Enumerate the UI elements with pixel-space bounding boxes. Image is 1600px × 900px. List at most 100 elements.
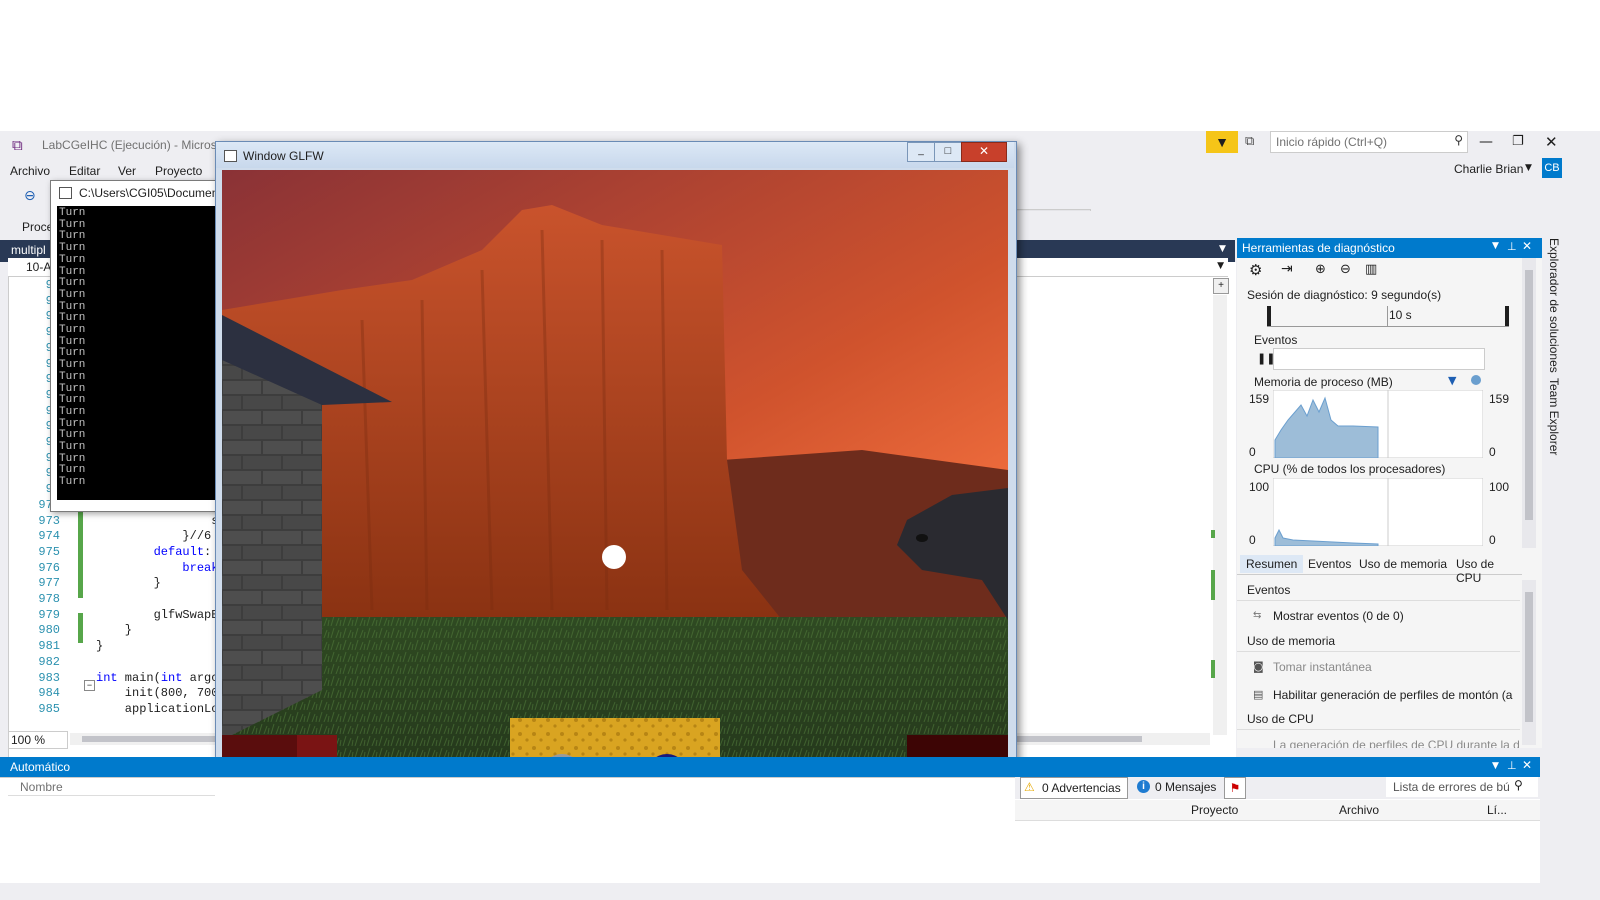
- chevron-down-icon[interactable]: ▼: [1492, 761, 1499, 771]
- zoom-out-icon[interactable]: ⊖: [1340, 262, 1351, 277]
- close-icon[interactable]: ✕: [1545, 133, 1558, 151]
- pin-icon[interactable]: ⊥: [1507, 240, 1517, 253]
- glfw-minimize-button[interactable]: _: [907, 142, 935, 162]
- code-line[interactable]: break: [96, 561, 218, 575]
- warnings-filter[interactable]: ⚠ 0 Advertencias: [1020, 777, 1128, 799]
- file-column-header[interactable]: Archivo: [1339, 803, 1379, 817]
- menu-editar[interactable]: Editar: [69, 164, 100, 178]
- avatar[interactable]: CB: [1542, 158, 1562, 178]
- events-section-label[interactable]: Eventos: [1254, 333, 1297, 347]
- info-icon: i: [1137, 780, 1150, 793]
- memory-max-left: 159: [1249, 392, 1270, 406]
- window-title: LabCGeIHC (Ejecución) - Microso: [42, 138, 224, 152]
- diag-panel-header: Herramientas de diagnóstico ▼ ⊥ ✕: [1237, 238, 1542, 258]
- menu-proyecto[interactable]: Proyecto: [155, 164, 202, 178]
- heap-profiling-link[interactable]: Habilitar generación de perfiles de mont…: [1273, 688, 1512, 702]
- line-number: 978: [38, 592, 60, 606]
- back-icon[interactable]: ⊖: [24, 188, 36, 204]
- glfw-maximize-button[interactable]: □: [934, 142, 962, 162]
- console-line: Turn: [59, 253, 86, 266]
- code-line[interactable]: int main(int argc: [96, 671, 218, 685]
- glfw-close-button[interactable]: ✕: [961, 142, 1007, 162]
- console-line: Turn: [59, 441, 86, 453]
- code-line[interactable]: }//6: [96, 529, 211, 543]
- console-line: Turn: [59, 394, 86, 407]
- console-line: Turn: [59, 207, 86, 219]
- code-line[interactable]: applicationLo: [96, 702, 219, 716]
- glfw-title: Window GLFW: [243, 149, 324, 163]
- code-line[interactable]: init(800, 700: [96, 686, 219, 700]
- tab-overflow-icon[interactable]: ▼: [1219, 244, 1226, 254]
- menu-ver[interactable]: Ver: [118, 164, 136, 178]
- collapse-icon[interactable]: −: [84, 680, 95, 691]
- process-label: Proce: [22, 220, 54, 234]
- diag-scrollbar[interactable]: [1522, 258, 1536, 548]
- zoom-value: 100 %: [11, 733, 46, 747]
- memory-section-label[interactable]: Memoria de proceso (MB): [1254, 375, 1393, 389]
- memory-usage-header: Uso de memoria: [1237, 631, 1520, 652]
- console-line: Turn: [59, 230, 86, 243]
- console-title-bar: C:\Users\CGI05\Document: [51, 181, 222, 205]
- messages-filter[interactable]: i 0 Mensajes: [1132, 777, 1218, 797]
- glfw-render-canvas[interactable]: [222, 170, 1008, 858]
- glfw-title-bar: Window GLFW _ □ ✕: [216, 142, 1014, 168]
- editor-vertical-scrollbar[interactable]: [1213, 295, 1227, 735]
- settings-icon[interactable]: ⚙: [1249, 261, 1262, 279]
- line-number: 984: [38, 686, 60, 701]
- code-line[interactable]: default:: [96, 545, 212, 559]
- restore-icon[interactable]: ❐: [1512, 134, 1524, 149]
- code-line[interactable]: }: [96, 576, 161, 590]
- timeline-ruler[interactable]: 10 s: [1267, 306, 1509, 327]
- console-line: Turn: [59, 242, 86, 255]
- show-events-link[interactable]: Mostrar eventos (0 de 0): [1273, 609, 1404, 623]
- chevron-down-icon: ▼: [1217, 261, 1224, 271]
- console-line: Turn: [59, 452, 86, 465]
- build-filter-button[interactable]: ⚑: [1224, 777, 1246, 799]
- pin-icon[interactable]: ⊥: [1507, 759, 1517, 772]
- user-name[interactable]: Charlie Brian: [1454, 162, 1523, 176]
- close-icon[interactable]: ✕: [1522, 239, 1532, 253]
- menu-archivo[interactable]: Archivo: [10, 164, 50, 178]
- filter-icon[interactable]: ▼: [1206, 131, 1238, 153]
- vs-logo-icon: ⧉: [12, 136, 23, 154]
- chevron-down-icon[interactable]: ▼: [1525, 163, 1532, 173]
- minimize-icon[interactable]: —: [1479, 134, 1493, 150]
- snapshot-button[interactable]: Tomar instantánea: [1273, 660, 1372, 674]
- editor-tab[interactable]: multipl: [11, 243, 46, 257]
- warning-icon: ⚠: [1024, 780, 1035, 794]
- cpu-note-row: La generación de perfiles de CPU durante…: [1237, 734, 1520, 748]
- tab-uso-memoria[interactable]: Uso de memoria: [1359, 557, 1447, 571]
- console-line: Turn: [59, 476, 86, 489]
- close-icon[interactable]: ✕: [1522, 758, 1532, 772]
- console-line: Turn: [59, 417, 86, 430]
- summary-scrollbar[interactable]: [1522, 580, 1536, 745]
- project-column-header[interactable]: Proyecto: [1191, 803, 1238, 817]
- code-line[interactable]: glfwSwapBu: [96, 608, 226, 622]
- name-column-header[interactable]: Nombre: [20, 780, 63, 794]
- tab-resumen[interactable]: Resumen: [1240, 555, 1304, 573]
- error-search-input[interactable]: Lista de errores de bú ⚲: [1386, 777, 1538, 797]
- cpu-section-label[interactable]: CPU (% de todos los procesadores): [1254, 462, 1445, 476]
- code-line[interactable]: }: [96, 623, 132, 637]
- side-tab-strip: Explorador de soluciones Team Explorer: [1542, 238, 1568, 748]
- heap-icon: ▤: [1253, 688, 1264, 701]
- chart-icon[interactable]: ▥: [1365, 262, 1377, 277]
- line-number: 982: [38, 654, 60, 669]
- zoom-in-icon[interactable]: ⊕: [1315, 262, 1326, 277]
- tab-eventos[interactable]: Eventos: [1308, 557, 1351, 571]
- error-list-columns: Proyecto Archivo Lí...: [1015, 800, 1540, 821]
- zoom-dropdown[interactable]: 100 %: [8, 731, 68, 749]
- quick-launch-input[interactable]: Inicio rápido (Ctrl+Q) ⚲: [1270, 131, 1468, 153]
- split-icon[interactable]: +: [1213, 278, 1229, 294]
- line-column-header[interactable]: Lí...: [1487, 803, 1507, 817]
- code-line[interactable]: }: [96, 639, 103, 653]
- team-explorer-tab[interactable]: Team Explorer: [1547, 378, 1561, 455]
- cpu-max-right: 100: [1489, 480, 1510, 494]
- console-line: Turn: [59, 382, 86, 395]
- feedback-icon[interactable]: ⧉: [1245, 134, 1254, 149]
- export-icon[interactable]: ⇥: [1281, 261, 1293, 277]
- chevron-down-icon[interactable]: ▼: [1492, 241, 1499, 251]
- solution-explorer-tab[interactable]: Explorador de soluciones: [1547, 238, 1561, 373]
- diag-tabs: Resumen Eventos Uso de memoria Uso de CP…: [1237, 554, 1522, 585]
- code-line[interactable]: s: [96, 514, 218, 528]
